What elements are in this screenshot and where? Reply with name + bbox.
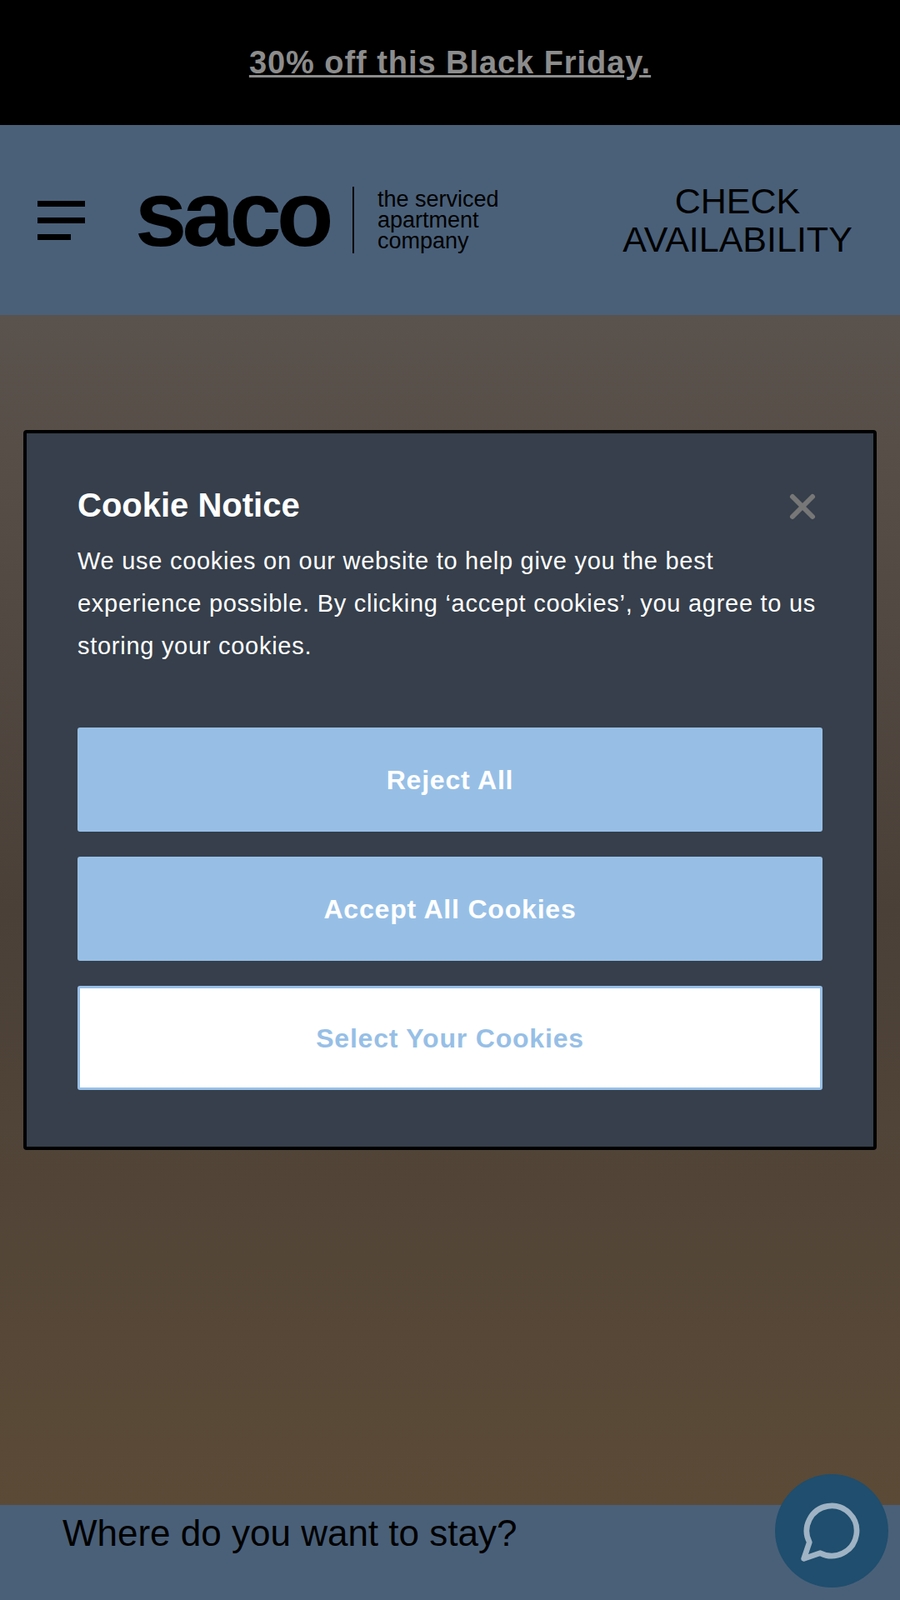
menu-icon[interactable]: [37, 200, 85, 240]
chat-bubble-icon[interactable]: [798, 1497, 865, 1565]
cookie-button[interactable]: Reject All: [77, 727, 823, 832]
close-button[interactable]: [782, 486, 823, 527]
cookie-button[interactable]: Accept All Cookies: [77, 856, 823, 961]
search-section: Where do you want to stay?: [0, 1505, 900, 1600]
promo-text[interactable]: 30% off this Black Friday.: [249, 39, 651, 87]
chat-button[interactable]: [775, 1474, 889, 1588]
section-heading: Where do you want to stay?: [62, 1511, 838, 1555]
close-icon[interactable]: [782, 486, 823, 527]
promo-banner[interactable]: 30% off this Black Friday.: [0, 0, 900, 125]
logo-tagline-line: apartment: [377, 210, 500, 231]
logo[interactable]: sacothe servicedapartmentcompany: [135, 167, 499, 273]
logo-tagline-line: company: [377, 230, 500, 252]
header: sacothe servicedapartmentcompany CHECK AV…: [0, 125, 900, 315]
page: 30% off this Black Friday. sacothe servic…: [0, 0, 900, 1600]
cookie-notice-body: We use cookies on our website to help gi…: [77, 540, 823, 668]
cookie-notice-dialog: Cookie Notice We use cookies on our websi…: [23, 430, 877, 1150]
cookie-notice-title: Cookie Notice: [77, 483, 300, 527]
logo-tagline-line: the serviced: [377, 189, 500, 210]
cookie-button[interactable]: Select Your Cookies: [77, 985, 823, 1090]
check-availability-button[interactable]: CHECK AVAILABILITY: [600, 181, 875, 259]
